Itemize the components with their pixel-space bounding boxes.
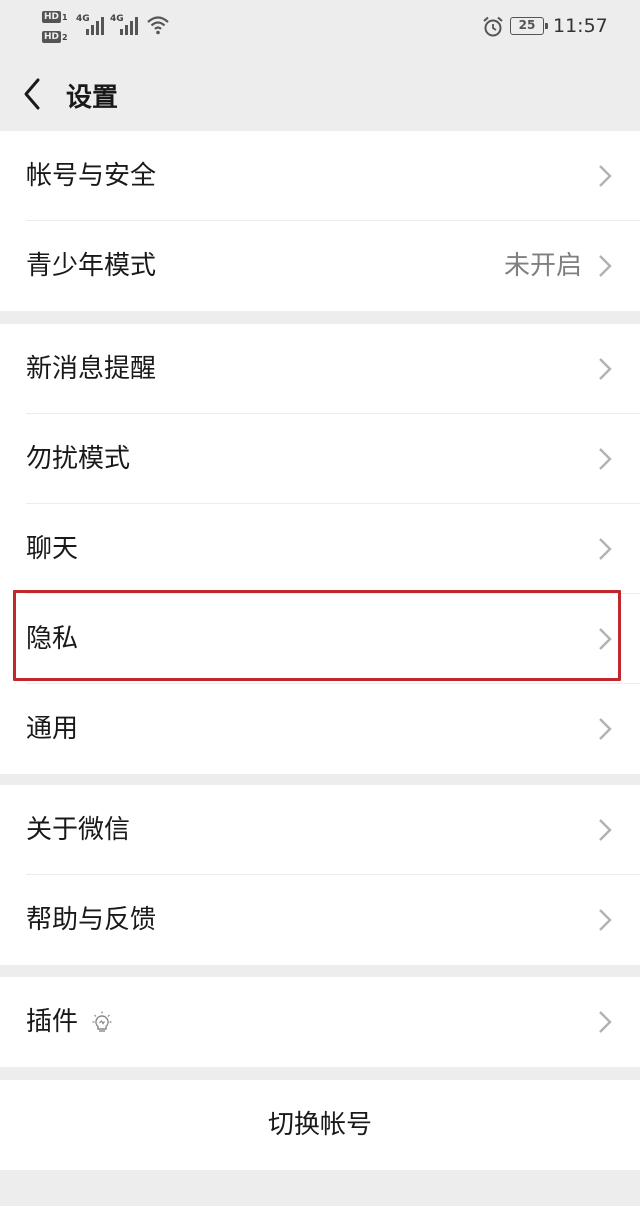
general-label: 通用 xyxy=(26,714,79,744)
signal-icon xyxy=(86,17,104,35)
notifications-label: 新消息提醒 xyxy=(26,354,157,384)
notifications-row[interactable]: 新消息提醒 xyxy=(0,324,640,414)
teen-mode-row[interactable]: 青少年模式 未开启 xyxy=(0,221,640,311)
chat-row[interactable]: 聊天 xyxy=(0,504,640,594)
battery-icon: 25 xyxy=(510,17,548,35)
dnd-row[interactable]: 勿扰模式 xyxy=(0,414,640,504)
dnd-label: 勿扰模式 xyxy=(26,444,131,474)
settings-group-general: 新消息提醒 勿扰模式 聊天 隐私 通用 xyxy=(0,324,640,774)
signal-icon xyxy=(120,17,138,35)
plugins-label: 插件 xyxy=(26,1007,79,1037)
hd-indicators: HD 1 HD 2 xyxy=(42,10,70,46)
nav-bar: 设置 xyxy=(0,56,640,132)
chevron-right-icon xyxy=(599,819,612,841)
settings-group-account: 帐号与安全 青少年模式 未开启 xyxy=(0,131,640,311)
lightbulb-icon xyxy=(92,1011,112,1032)
page-title: 设置 xyxy=(66,83,119,113)
switch-account-group: 切换帐号 xyxy=(0,1080,640,1170)
hd2-label: HD xyxy=(42,31,62,43)
switch-account-label: 切换帐号 xyxy=(267,1110,372,1140)
general-row[interactable]: 通用 xyxy=(0,684,640,774)
alarm-icon xyxy=(483,16,503,37)
chevron-left-icon[interactable] xyxy=(18,76,48,112)
hd1-label: HD xyxy=(42,11,62,23)
status-time: 11:57 xyxy=(553,15,608,37)
hd2-badge: HD 2 xyxy=(42,30,68,44)
chevron-right-icon xyxy=(599,358,612,380)
teen-mode-value: 未开启 xyxy=(503,251,582,281)
switch-account-button[interactable]: 切换帐号 xyxy=(0,1080,640,1170)
chevron-right-icon xyxy=(599,1011,612,1033)
chevron-right-icon xyxy=(599,718,612,740)
about-wechat-label: 关于微信 xyxy=(26,815,131,845)
chevron-right-icon xyxy=(599,538,612,560)
privacy-highlight-box xyxy=(13,590,621,681)
chevron-right-icon xyxy=(599,909,612,931)
hd1-number: 1 xyxy=(62,12,68,22)
chevron-right-icon xyxy=(599,448,612,470)
account-security-row[interactable]: 帐号与安全 xyxy=(0,131,640,221)
teen-mode-label: 青少年模式 xyxy=(26,251,157,281)
chevron-right-icon xyxy=(599,165,612,187)
plugins-row[interactable]: 插件 xyxy=(0,977,640,1067)
chat-label: 聊天 xyxy=(26,534,79,564)
about-wechat-row[interactable]: 关于微信 xyxy=(0,785,640,875)
settings-group-plugins: 插件 xyxy=(0,977,640,1067)
hd1-badge: HD 1 xyxy=(42,10,68,24)
hd2-number: 2 xyxy=(62,32,68,42)
status-bar: HD 1 HD 2 4G 4G 25 11:57 xyxy=(0,0,640,56)
account-security-label: 帐号与安全 xyxy=(26,161,157,191)
chevron-right-icon xyxy=(599,255,612,277)
settings-group-about: 关于微信 帮助与反馈 xyxy=(0,785,640,965)
battery-level: 25 xyxy=(518,18,536,32)
wifi-icon xyxy=(147,16,169,35)
help-row[interactable]: 帮助与反馈 xyxy=(0,875,640,965)
help-label: 帮助与反馈 xyxy=(26,905,157,935)
